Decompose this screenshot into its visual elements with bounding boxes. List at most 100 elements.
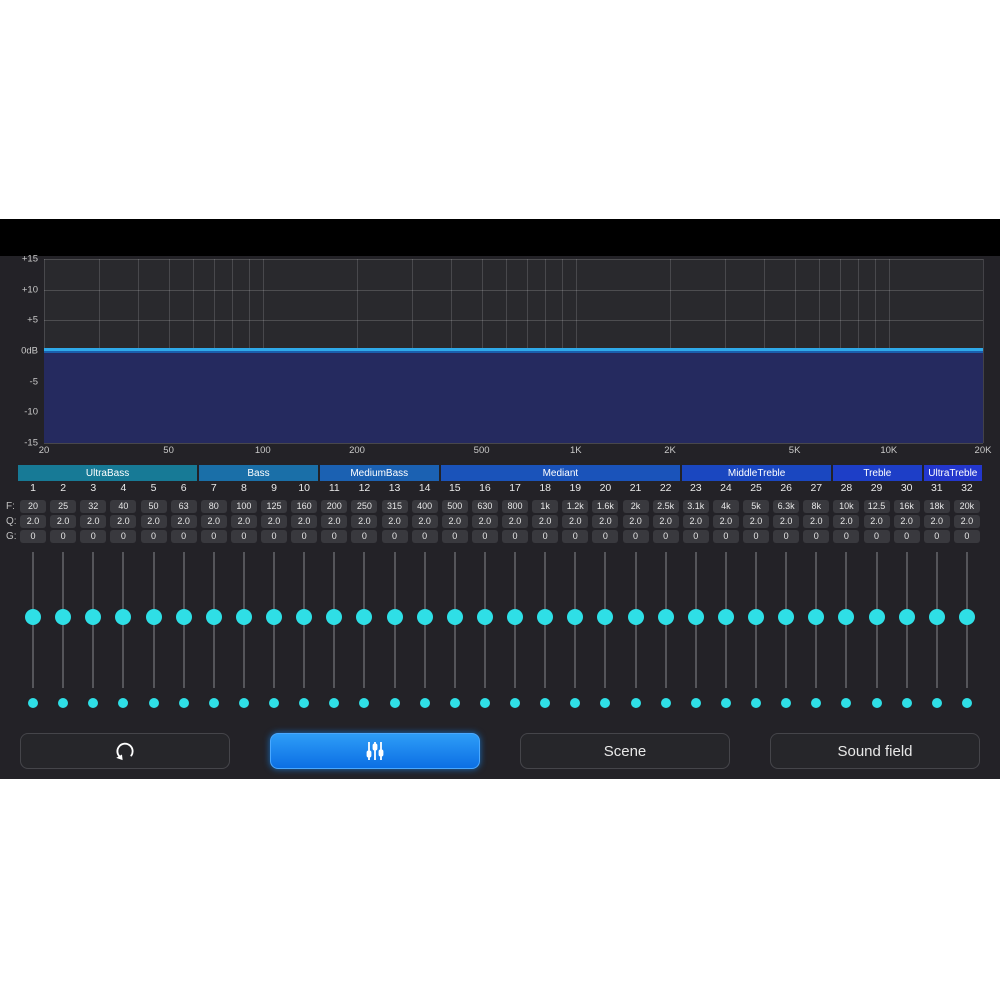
q-value-box: 2.0 (562, 515, 589, 528)
channel-number: 5 (150, 482, 157, 494)
slider-knob[interactable] (476, 609, 493, 625)
reset-button[interactable] (20, 733, 230, 769)
slider-knob[interactable] (145, 609, 162, 625)
band-gain-slider (139, 552, 169, 688)
y-axis-tick-label: +5 (27, 314, 38, 326)
slider-knob[interactable] (326, 609, 343, 625)
slider-dot-indicator (540, 698, 551, 708)
slider-knob[interactable] (175, 609, 192, 625)
q-value-box: 2.0 (441, 515, 468, 528)
y-axis-tick-label: +10 (21, 284, 38, 296)
slider-knob[interactable] (507, 609, 524, 625)
slider-dot-cell (801, 698, 831, 708)
slider-dot-indicator (901, 698, 912, 708)
g-value-box: 0 (110, 530, 137, 543)
f-value-cell: 63 (169, 500, 199, 513)
slider-knob[interactable] (356, 609, 373, 625)
g-value-cell: 0 (289, 530, 319, 543)
slider-knob[interactable] (868, 609, 885, 625)
q-value-cell: 2.0 (78, 515, 108, 528)
y-axis-tick-label: 0dB (21, 345, 38, 357)
slider-knob[interactable] (748, 609, 765, 625)
q-value-cell: 2.0 (410, 515, 440, 528)
q-value-box: 2.0 (351, 515, 378, 528)
slider-dot-indicator (148, 698, 159, 708)
channel-number: 28 (840, 482, 853, 494)
q-value-cell: 2.0 (18, 515, 48, 528)
f-value-box: 250 (351, 500, 378, 513)
slider-dot-indicator (690, 698, 701, 708)
slider-dot-cell (18, 698, 48, 708)
slider-dot-indicator (359, 698, 370, 708)
q-value-box: 2.0 (50, 515, 77, 528)
slider-knob[interactable] (627, 609, 644, 625)
slider-knob[interactable] (446, 609, 463, 625)
slider-knob[interactable] (55, 609, 72, 625)
g-value-box: 0 (291, 530, 318, 543)
slider-knob[interactable] (657, 609, 674, 625)
slider-knob[interactable] (266, 609, 283, 625)
slider-knob[interactable] (597, 609, 614, 625)
x-axis-tick-label: 5K (788, 445, 801, 456)
slider-knob[interactable] (687, 609, 704, 625)
slider-knob[interactable] (25, 609, 42, 625)
slider-dot-row (18, 698, 982, 708)
slider-knob[interactable] (386, 609, 403, 625)
f-value-cell: 50 (139, 500, 169, 513)
g-value-cell: 0 (380, 530, 410, 543)
band-gain-slider (349, 552, 379, 688)
frequency-value-row: 20 25 32 40 50 63 80 100 125 160 200 250 315 400 500 63… (18, 500, 982, 513)
q-value-cell: 2.0 (440, 515, 470, 528)
q-value-box: 2.0 (20, 515, 47, 528)
q-value-cell: 2.0 (952, 515, 982, 528)
q-value-box: 2.0 (200, 515, 227, 528)
y-axis-tick-label: -10 (24, 406, 38, 418)
g-value-cell: 0 (831, 530, 861, 543)
slider-knob[interactable] (898, 609, 915, 625)
slider-knob[interactable] (808, 609, 825, 625)
slider-knob[interactable] (778, 609, 795, 625)
sound-field-button[interactable]: Sound field (770, 733, 980, 769)
band-gain-slider (590, 552, 620, 688)
g-value-cell: 0 (952, 530, 982, 543)
g-value-box: 0 (622, 530, 649, 543)
slider-knob[interactable] (235, 609, 252, 625)
slider-knob[interactable] (115, 609, 132, 625)
g-value-cell: 0 (139, 530, 169, 543)
slider-knob[interactable] (416, 609, 433, 625)
q-value-box: 2.0 (140, 515, 167, 528)
q-value-box: 2.0 (953, 515, 980, 528)
g-value-box: 0 (411, 530, 438, 543)
q-value-box: 2.0 (863, 515, 890, 528)
channel-number: 24 (720, 482, 732, 494)
slider-knob[interactable] (717, 609, 734, 625)
g-value-box: 0 (200, 530, 227, 543)
g-value-cell: 0 (199, 530, 229, 543)
slider-knob[interactable] (296, 609, 313, 625)
g-value-cell: 0 (530, 530, 560, 543)
q-value-box: 2.0 (712, 515, 739, 528)
slider-dot-cell (741, 698, 771, 708)
equalizer-button[interactable] (270, 733, 480, 769)
slider-knob[interactable] (205, 609, 222, 625)
slider-knob[interactable] (567, 609, 584, 625)
g-value-cell: 0 (108, 530, 138, 543)
slider-knob[interactable] (958, 609, 975, 625)
f-value-box: 630 (471, 500, 498, 513)
g-value-cell: 0 (319, 530, 349, 543)
g-value-cell: 0 (862, 530, 892, 543)
q-value-box: 2.0 (743, 515, 770, 528)
channel-number: 14 (418, 482, 431, 494)
band-segment-bass: Bass (199, 465, 318, 481)
slider-knob[interactable] (537, 609, 554, 625)
f-value-cell: 200 (319, 500, 349, 513)
slider-knob[interactable] (838, 609, 855, 625)
g-value-cell: 0 (410, 530, 440, 543)
slider-knob[interactable] (85, 609, 102, 625)
slider-knob[interactable] (928, 609, 945, 625)
f-value-box: 1.2k (562, 500, 589, 513)
f-value-box: 125 (261, 500, 288, 513)
g-value-cell: 0 (229, 530, 259, 543)
scene-button[interactable]: Scene (520, 733, 730, 769)
band-segment-ultrabass: UltraBass (18, 465, 198, 481)
